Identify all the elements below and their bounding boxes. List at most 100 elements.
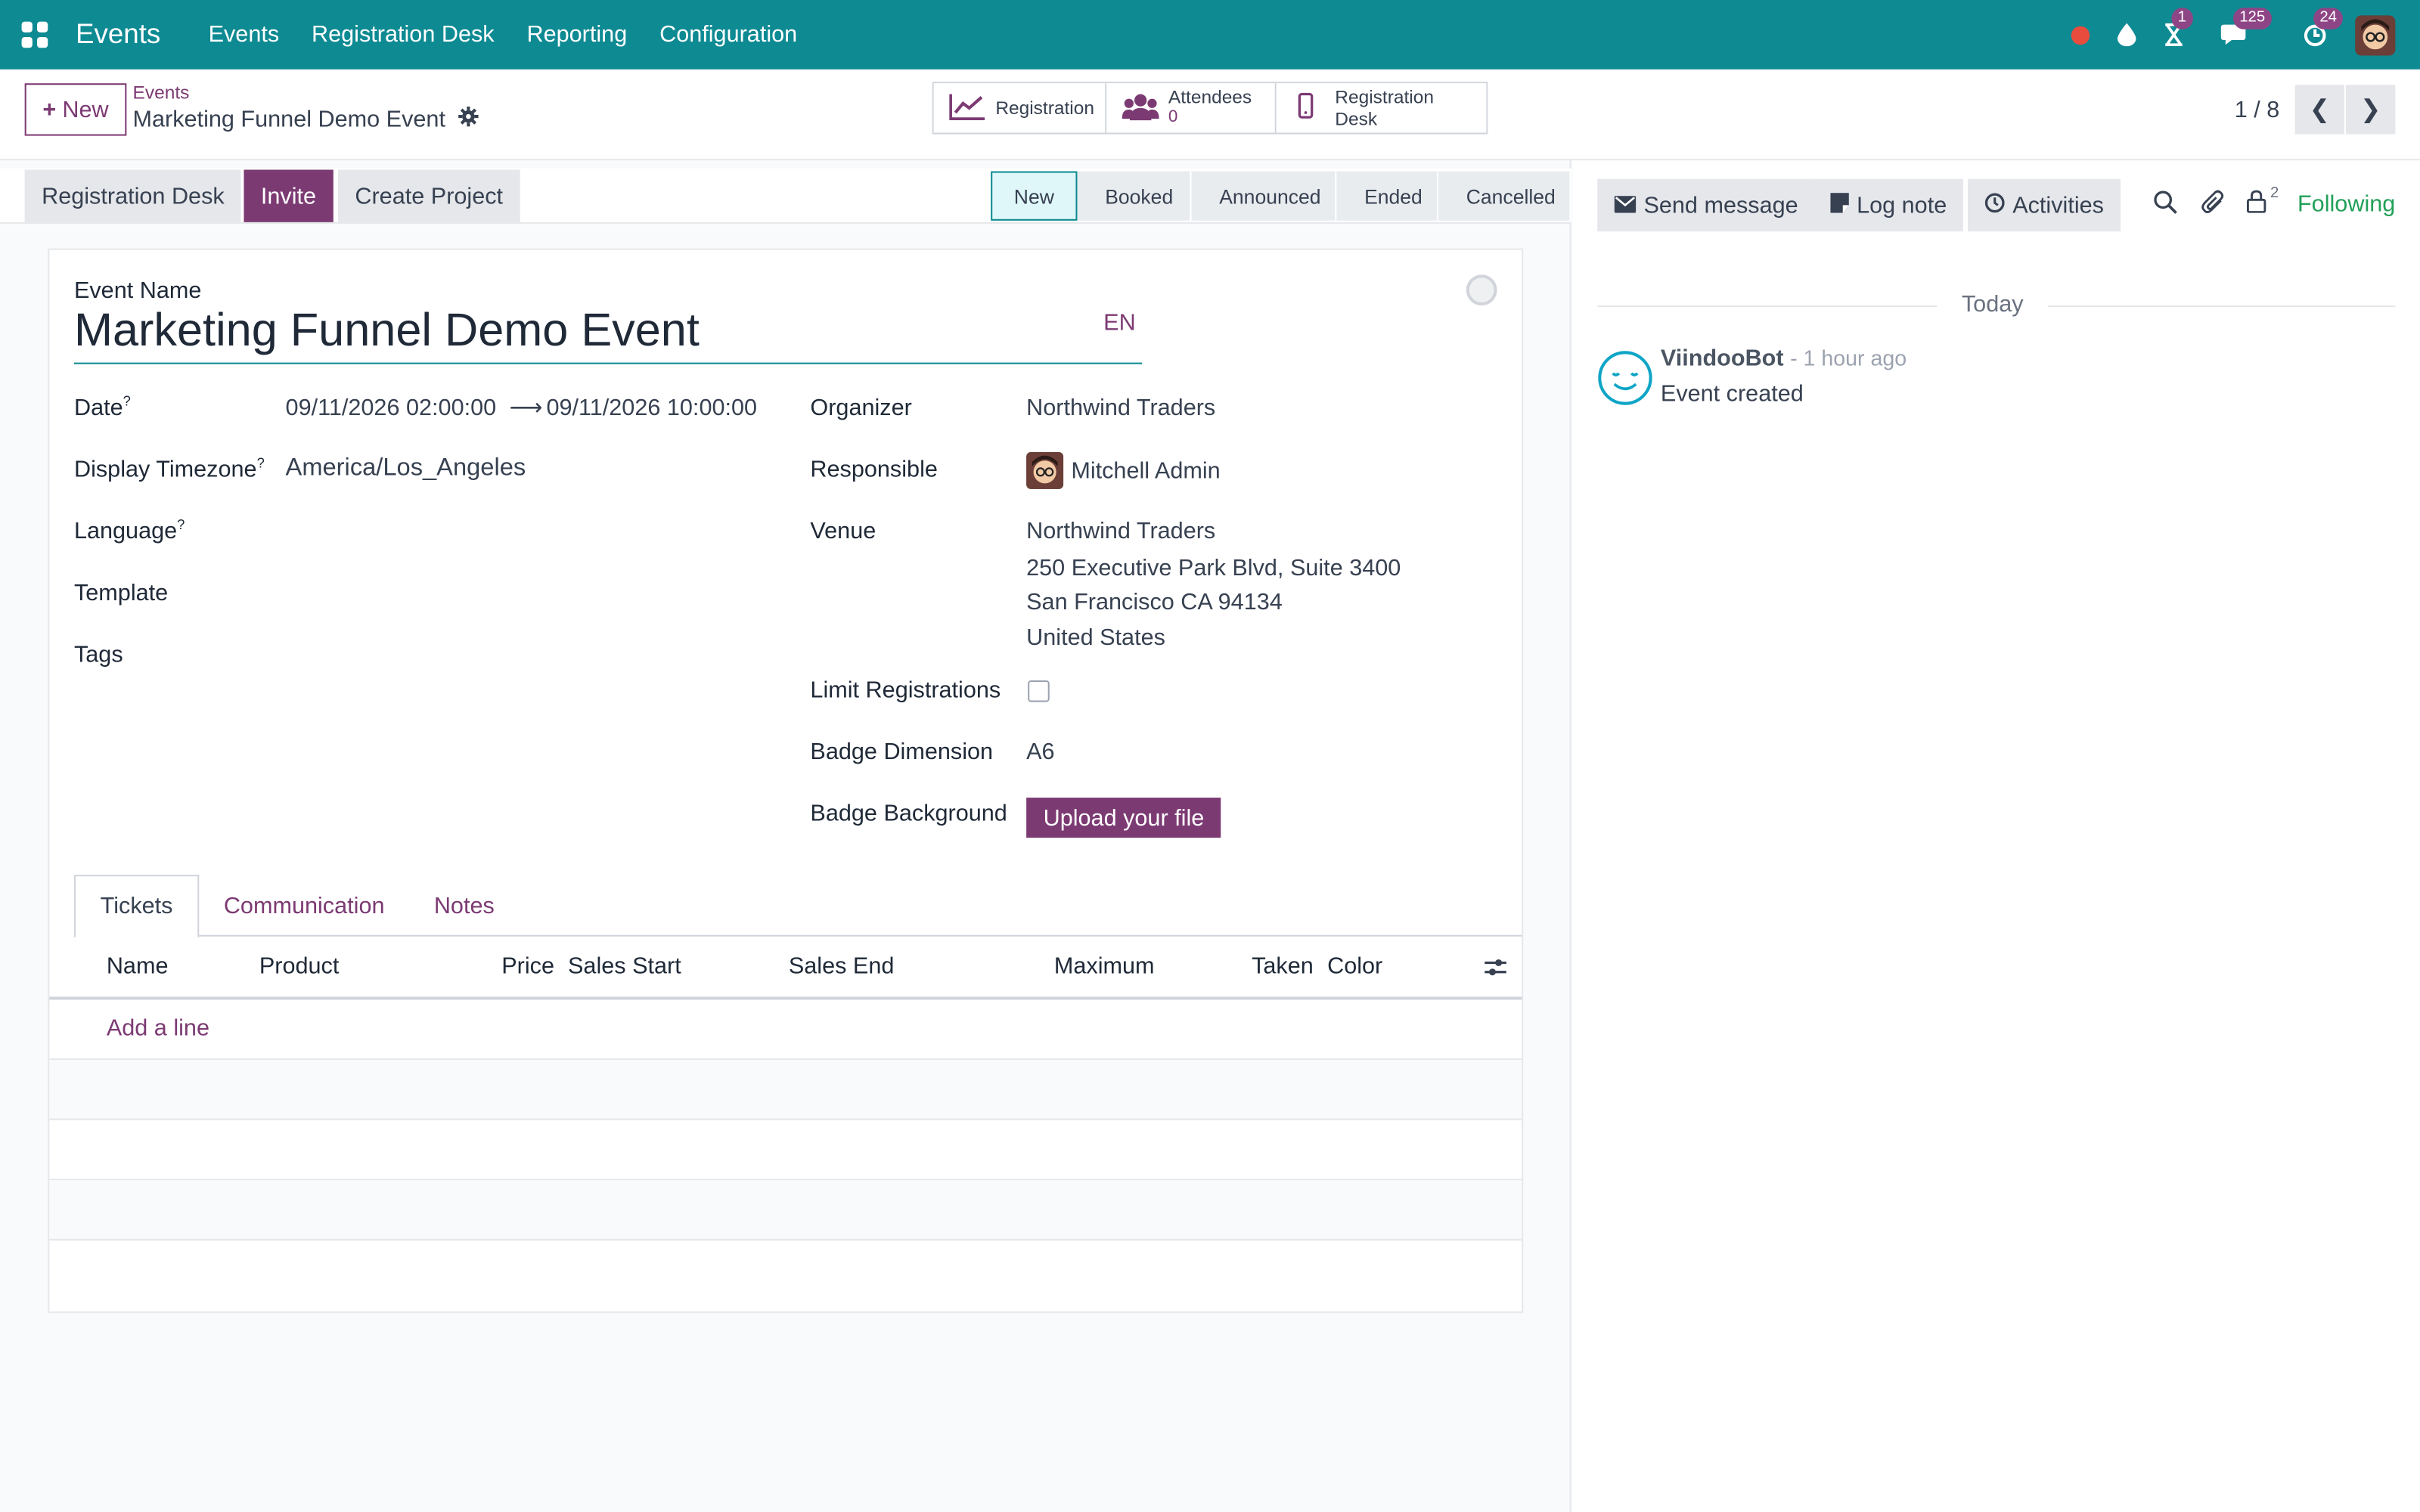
language-toggle[interactable]: EN xyxy=(1103,310,1136,336)
stage-new[interactable]: New xyxy=(991,171,1078,221)
col-name[interactable]: Name xyxy=(107,953,169,980)
attendees-smart-button[interactable]: Attendees 0 xyxy=(1106,83,1277,133)
table-row xyxy=(49,1120,1522,1181)
event-name-input[interactable]: Marketing Funnel Demo Event xyxy=(73,305,1143,364)
pager: 1 / 8 ❮ ❯ xyxy=(2235,83,2396,135)
limit-registrations-checkbox[interactable] xyxy=(1028,680,1050,702)
timezone-field[interactable]: America/Los_Angeles xyxy=(286,455,526,483)
badge-background-label: Badge Background xyxy=(810,801,1007,827)
col-color[interactable]: Color xyxy=(1327,953,1382,980)
tab-communication[interactable]: Communication xyxy=(199,875,409,937)
messages-badge: 125 xyxy=(2233,7,2272,29)
date-separator-label: Today xyxy=(1937,291,2049,318)
venue-label: Venue xyxy=(810,518,876,545)
attendees-smart-label: Attendees xyxy=(1168,86,1252,108)
search-icon[interactable] xyxy=(2153,190,2178,221)
responsible-avatar xyxy=(1026,451,1064,489)
log-note-label: Log note xyxy=(1857,192,1947,218)
activities-button[interactable]: Activities xyxy=(1968,178,2121,232)
app-brand[interactable]: Events xyxy=(76,18,160,51)
date-label-text: Date xyxy=(73,395,123,422)
date-help: ? xyxy=(123,393,131,409)
bot-avatar-icon xyxy=(1597,350,1652,405)
stage-announced[interactable]: Announced xyxy=(1191,171,1337,221)
following-button[interactable]: Following xyxy=(2297,191,2395,218)
plus-icon: + xyxy=(42,96,57,123)
invite-button[interactable]: Invite xyxy=(244,169,334,222)
tab-notes[interactable]: Notes xyxy=(409,875,519,937)
table-row xyxy=(49,1060,1522,1120)
badge-dimension-label: Badge Dimension xyxy=(810,739,994,766)
pager-previous-button[interactable]: ❮ xyxy=(2294,85,2344,135)
attendees-smart-value: 0 xyxy=(1168,107,1178,127)
activity-clock-icon[interactable]: 1 xyxy=(2158,7,2193,51)
registration-smart-button[interactable]: Registration xyxy=(933,83,1107,133)
stage-booked[interactable]: Booked xyxy=(1077,171,1192,221)
pager-value[interactable]: 1 / 8 xyxy=(2235,97,2280,123)
top-navbar: Events Events Registration Desk Reportin… xyxy=(0,0,2420,70)
venue-country: United States xyxy=(1026,624,1165,652)
menu-reporting[interactable]: Reporting xyxy=(526,22,627,48)
create-project-button[interactable]: Create Project xyxy=(337,169,520,222)
registration-desk-smart-button[interactable]: Registration Desk xyxy=(1276,83,1487,133)
note-icon xyxy=(1830,192,1849,218)
followers-count: 2 xyxy=(2270,184,2279,203)
updates-badge: 24 xyxy=(2313,7,2344,29)
stage-ended[interactable]: Ended xyxy=(1336,171,1439,221)
log-note-button[interactable]: Log note xyxy=(1813,178,1964,232)
language-label-text: Language xyxy=(73,518,178,545)
new-button-label: New xyxy=(62,96,109,123)
followers-lock-icon[interactable] xyxy=(2245,190,2267,219)
tickets-table-header: Name Product Price Sales Start Sales End… xyxy=(49,937,1522,1000)
organizer-field[interactable]: Northwind Traders xyxy=(1026,395,1215,421)
updates-icon[interactable]: 24 xyxy=(2300,7,2344,51)
user-avatar[interactable] xyxy=(2355,14,2396,55)
control-panel: + New Events Marketing Funnel Demo Event… xyxy=(0,69,2420,161)
add-line-link[interactable]: Add a line xyxy=(107,1015,209,1042)
tab-tickets[interactable]: Tickets xyxy=(73,875,200,938)
send-message-label: Send message xyxy=(1643,192,1798,218)
paperclip-icon[interactable] xyxy=(2201,190,2226,222)
message-header: ViindooBot - 1 hour ago xyxy=(1661,345,1907,372)
date-end-field[interactable]: 09/11/2026 10:00:00 xyxy=(546,395,757,421)
badge-dimension-field[interactable]: A6 xyxy=(1026,739,1054,766)
responsible-label: Responsible xyxy=(810,457,938,483)
message-author[interactable]: ViindooBot xyxy=(1661,345,1784,372)
menu-registration-desk[interactable]: Registration Desk xyxy=(312,22,495,48)
col-taken[interactable]: Taken xyxy=(1252,953,1314,980)
menu-events[interactable]: Events xyxy=(209,22,280,48)
drop-icon[interactable] xyxy=(2111,20,2142,51)
stage-cancelled[interactable]: Cancelled xyxy=(1438,171,1571,221)
chevron-left-icon: ❮ xyxy=(2309,97,2331,124)
registration-desk-button[interactable]: Registration Desk xyxy=(24,169,242,222)
timezone-label: Display Timezone? xyxy=(74,455,265,483)
form-view: Registration Desk Invite Create Project … xyxy=(0,160,1571,1512)
venue-name[interactable]: Northwind Traders xyxy=(1026,519,1215,545)
apps-menu-icon[interactable] xyxy=(21,20,50,49)
col-product[interactable]: Product xyxy=(259,953,340,980)
new-button[interactable]: + New xyxy=(24,83,127,136)
date-start-field[interactable]: 09/11/2026 02:00:00 xyxy=(286,395,497,421)
breadcrumb-current-label: Marketing Funnel Demo Event xyxy=(132,106,445,133)
upload-file-button[interactable]: Upload your file xyxy=(1026,798,1221,838)
col-sales-start[interactable]: Sales Start xyxy=(568,953,681,980)
language-help: ? xyxy=(177,516,185,533)
envelope-icon xyxy=(1614,192,1637,218)
responsible-field[interactable]: Mitchell Admin xyxy=(1071,458,1220,485)
col-maximum[interactable]: Maximum xyxy=(1054,953,1155,980)
menu-configuration[interactable]: Configuration xyxy=(659,22,797,48)
breadcrumb-current: Marketing Funnel Demo Event xyxy=(132,106,478,133)
kanban-state-icon[interactable] xyxy=(1466,274,1497,306)
messages-icon[interactable]: 125 xyxy=(2220,7,2272,51)
send-message-button[interactable]: Send message xyxy=(1597,178,1816,232)
col-price[interactable]: Price xyxy=(501,953,554,980)
mobile-phone-icon xyxy=(1298,92,1314,123)
pager-next-button[interactable]: ❯ xyxy=(2346,85,2396,135)
recording-dot-icon[interactable] xyxy=(2065,20,2096,51)
breadcrumb-events[interactable]: Events xyxy=(133,82,190,104)
gear-icon[interactable] xyxy=(458,106,478,133)
col-sales-end[interactable]: Sales End xyxy=(789,953,895,980)
form-sheet: Event Name Marketing Funnel Demo Event E… xyxy=(48,248,1524,1313)
timezone-label-text: Display Timezone xyxy=(73,457,257,483)
optional-columns-icon[interactable] xyxy=(1483,955,1508,986)
